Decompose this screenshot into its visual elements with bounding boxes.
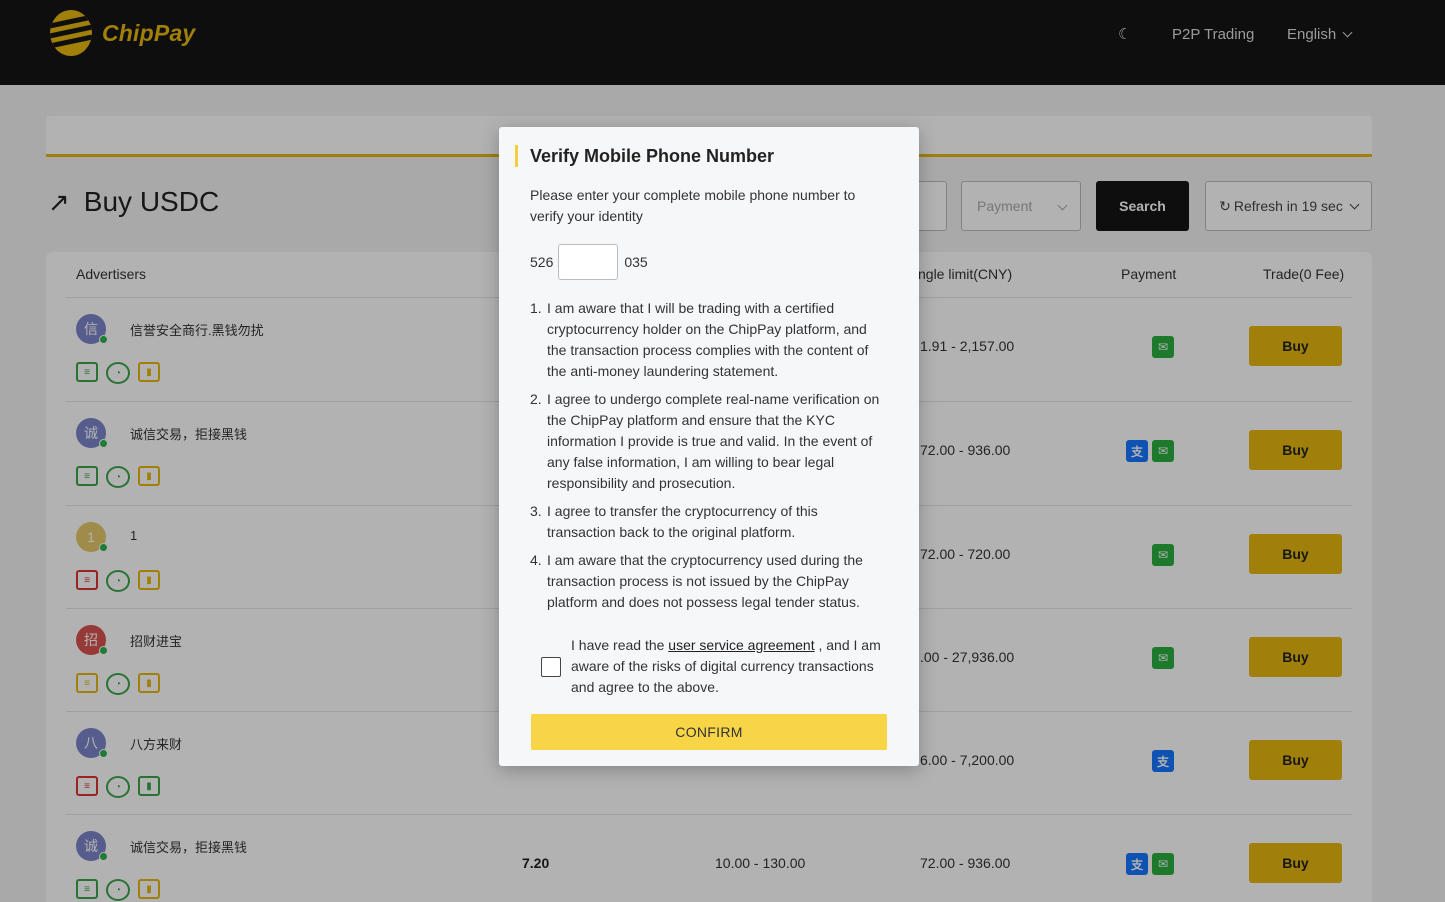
agree-checkbox[interactable] [541,656,561,677]
user-service-agreement-link[interactable]: user service agreement [668,637,814,653]
phone-middle-input[interactable] [558,244,619,280]
verify-phone-modal: Verify Mobile Phone Number Please enter … [499,127,919,766]
phone-suffix: 035 [624,254,648,270]
phone-prefix: 526 [530,254,554,270]
list-item: 1. I am aware that I will be trading with… [530,300,869,379]
phone-row: 526 035 [530,244,648,280]
modal-description: Please enter your complete mobile phone … [530,187,856,224]
agreement-text: I have read the user service agreement ,… [571,637,881,695]
confirm-button[interactable]: CONFIRM [531,714,887,750]
list-item: 2. I agree to undergo complete real-name … [530,391,880,491]
modal-title: Verify Mobile Phone Number [515,145,774,167]
list-item: 4. I am aware that the cryptocurrency use… [530,552,863,610]
agreement-row: I have read the user service agreement ,… [541,635,883,698]
terms-list: 1. I am aware that I will be trading with… [530,298,886,620]
list-item: 3. I agree to transfer the cryptocurrency… [530,503,818,540]
